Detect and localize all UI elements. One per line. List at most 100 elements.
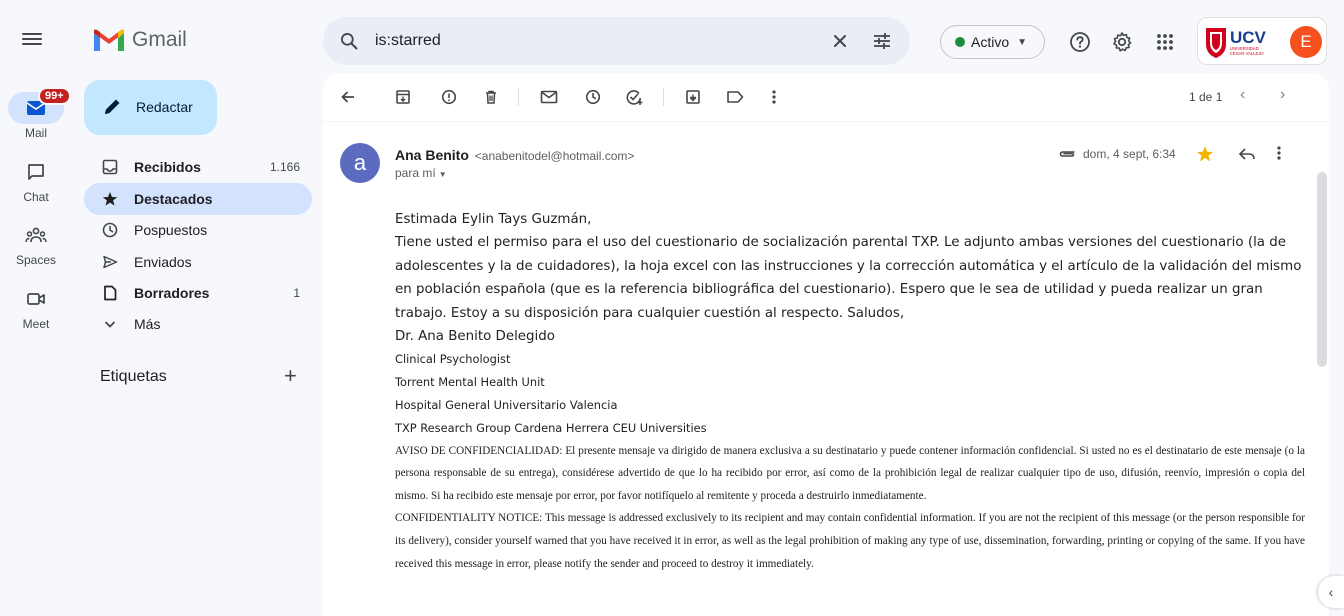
archive-button[interactable] — [391, 85, 415, 109]
search-options-button[interactable] — [870, 29, 894, 53]
svg-text:CÉSAR VALLEJO: CÉSAR VALLEJO — [1230, 51, 1264, 56]
sidebar-item-label: Pospuestos — [134, 222, 208, 238]
side-panel-toggle[interactable]: ‹ — [1318, 576, 1344, 608]
confidentiality-notice-es: AVISO DE CONFIDENCIALIDAD: El presente m… — [395, 444, 1305, 502]
search-icon[interactable] — [339, 31, 359, 51]
sidebar-item-label: Enviados — [134, 254, 192, 270]
rail-icon-wrap — [8, 219, 64, 251]
message-more-button[interactable] — [1276, 145, 1282, 166]
draft-icon — [102, 285, 118, 301]
help-button[interactable] — [1068, 30, 1092, 54]
sender-name[interactable]: Ana Benito — [395, 147, 469, 163]
ucv-logo: UCV UNIVERSIDAD CÉSAR VALLEJO — [1206, 28, 1267, 58]
move-to-icon — [686, 90, 700, 104]
message-toolbar: 1 de 1 ‹ › — [323, 73, 1329, 121]
message-panel: 1 de 1 ‹ › a Ana Benito <anabenitodel@ho… — [323, 73, 1329, 616]
label-icon — [727, 91, 744, 103]
scrollbar-thumb[interactable] — [1317, 172, 1327, 367]
close-icon — [834, 35, 846, 47]
clear-search-button[interactable] — [828, 29, 852, 53]
sidebar-item-drafts[interactable]: Borradores 1 — [84, 277, 312, 309]
status-dot — [955, 37, 965, 47]
more-actions-button[interactable] — [762, 85, 786, 109]
add-task-button[interactable] — [622, 85, 646, 109]
tune-icon — [874, 33, 890, 49]
sidebar-item-starred[interactable]: Destacados — [84, 183, 312, 215]
sidebar-item-inbox[interactable]: Recibidos 1.166 — [84, 151, 312, 183]
rail-label-spaces: Spaces — [15, 253, 57, 267]
chevron-left-icon[interactable]: ‹ — [1240, 86, 1245, 104]
sidebar-item-label: Recibidos — [134, 159, 201, 175]
sender-avatar[interactable]: a — [340, 143, 380, 183]
star-toggle[interactable] — [1196, 145, 1214, 168]
add-label-button[interactable]: + — [284, 365, 297, 387]
status-selector[interactable]: Activo ▼ — [940, 25, 1045, 59]
signature-line: TXP Research Group Cardena Herrera CEU U… — [395, 420, 707, 435]
main-menu-button[interactable] — [22, 30, 42, 50]
more-vert-icon — [1277, 146, 1281, 160]
sidebar-item-label: Más — [134, 316, 161, 332]
caret-down-icon: ▼ — [438, 170, 447, 179]
signature-name: Dr. Ana Benito Delegido — [395, 329, 555, 345]
account-badge[interactable]: UCV UNIVERSIDAD CÉSAR VALLEJO E — [1197, 17, 1327, 65]
rail-item-chat[interactable]: Chat — [0, 156, 72, 204]
confidentiality-notice-en: CONFIDENTIALITY NOTICE: This message is … — [395, 512, 1305, 570]
report-spam-button[interactable] — [437, 85, 461, 109]
clock-icon — [102, 222, 118, 238]
delete-button[interactable] — [479, 85, 503, 109]
search-bar — [323, 17, 910, 65]
more-vert-icon — [772, 90, 776, 104]
top-bar: Gmail Activo ▼ — [0, 0, 1344, 80]
gmail-m-icon — [94, 29, 124, 51]
chat-icon — [28, 164, 44, 180]
rail-icon-wrap — [8, 156, 64, 188]
rail-item-meet[interactable]: Meet — [0, 283, 72, 331]
sender-line: Ana Benito <anabenitodel@hotmail.com> — [395, 147, 634, 163]
rail-item-mail[interactable]: 99+ Mail — [0, 87, 72, 140]
move-to-button[interactable] — [681, 85, 705, 109]
sidebar-item-snoozed[interactable]: Pospuestos — [84, 214, 312, 246]
toolbar-divider — [518, 88, 519, 106]
chevron-right-icon[interactable]: › — [1280, 86, 1285, 104]
sidebar-item-sent[interactable]: Enviados — [84, 246, 312, 278]
compose-label: Redactar — [136, 99, 193, 115]
snooze-button[interactable] — [581, 85, 605, 109]
gmail-logo[interactable]: Gmail — [94, 28, 187, 52]
send-icon — [102, 254, 118, 270]
recipient-details[interactable]: para mí ▼ — [395, 166, 447, 180]
org-name: UCV — [1230, 28, 1267, 47]
toolbar-divider — [663, 88, 664, 106]
back-button[interactable] — [336, 85, 360, 109]
settings-button[interactable] — [1110, 30, 1134, 54]
sidebar: Redactar Recibidos 1.166 Destacados Posp… — [72, 80, 322, 616]
sidebar-item-label: Destacados — [134, 191, 213, 207]
attachment-icon — [1059, 151, 1075, 157]
signature-line: Hospital General Universitario Valencia — [395, 398, 618, 413]
mark-unread-button[interactable] — [537, 85, 561, 109]
sidebar-item-count: 1.166 — [269, 160, 300, 174]
rail-icon-wrap — [8, 283, 64, 315]
pagination-text: 1 de 1 — [1189, 90, 1223, 104]
sender-email: <anabenitodel@hotmail.com> — [474, 149, 635, 163]
toolbar-divider — [323, 121, 1329, 122]
reply-icon — [1238, 148, 1255, 160]
rail-label-chat: Chat — [23, 190, 49, 204]
search-input[interactable] — [375, 27, 795, 55]
account-avatar[interactable]: E — [1290, 26, 1322, 58]
labels-button[interactable] — [723, 85, 747, 109]
message-body: Estimada Eylin Tays Guzmán, Tiene usted … — [395, 208, 1305, 575]
apps-button[interactable] — [1153, 30, 1177, 54]
chevron-left-icon: ‹ — [1328, 584, 1334, 600]
meet-icon — [27, 293, 45, 305]
recipient-label: para mí — [395, 166, 436, 180]
rail-item-spaces[interactable]: Spaces — [0, 219, 72, 267]
sidebar-item-count: 1 — [293, 286, 300, 300]
sidebar-item-label: Borradores — [134, 285, 210, 301]
compose-button[interactable]: Redactar — [84, 80, 217, 135]
help-icon — [1070, 32, 1090, 52]
signature-line: Clinical Psychologist — [395, 352, 511, 367]
arrow-left-icon — [341, 91, 354, 103]
reply-button[interactable] — [1238, 145, 1256, 168]
trash-icon — [486, 90, 496, 104]
sidebar-item-more[interactable]: Más — [84, 308, 312, 340]
